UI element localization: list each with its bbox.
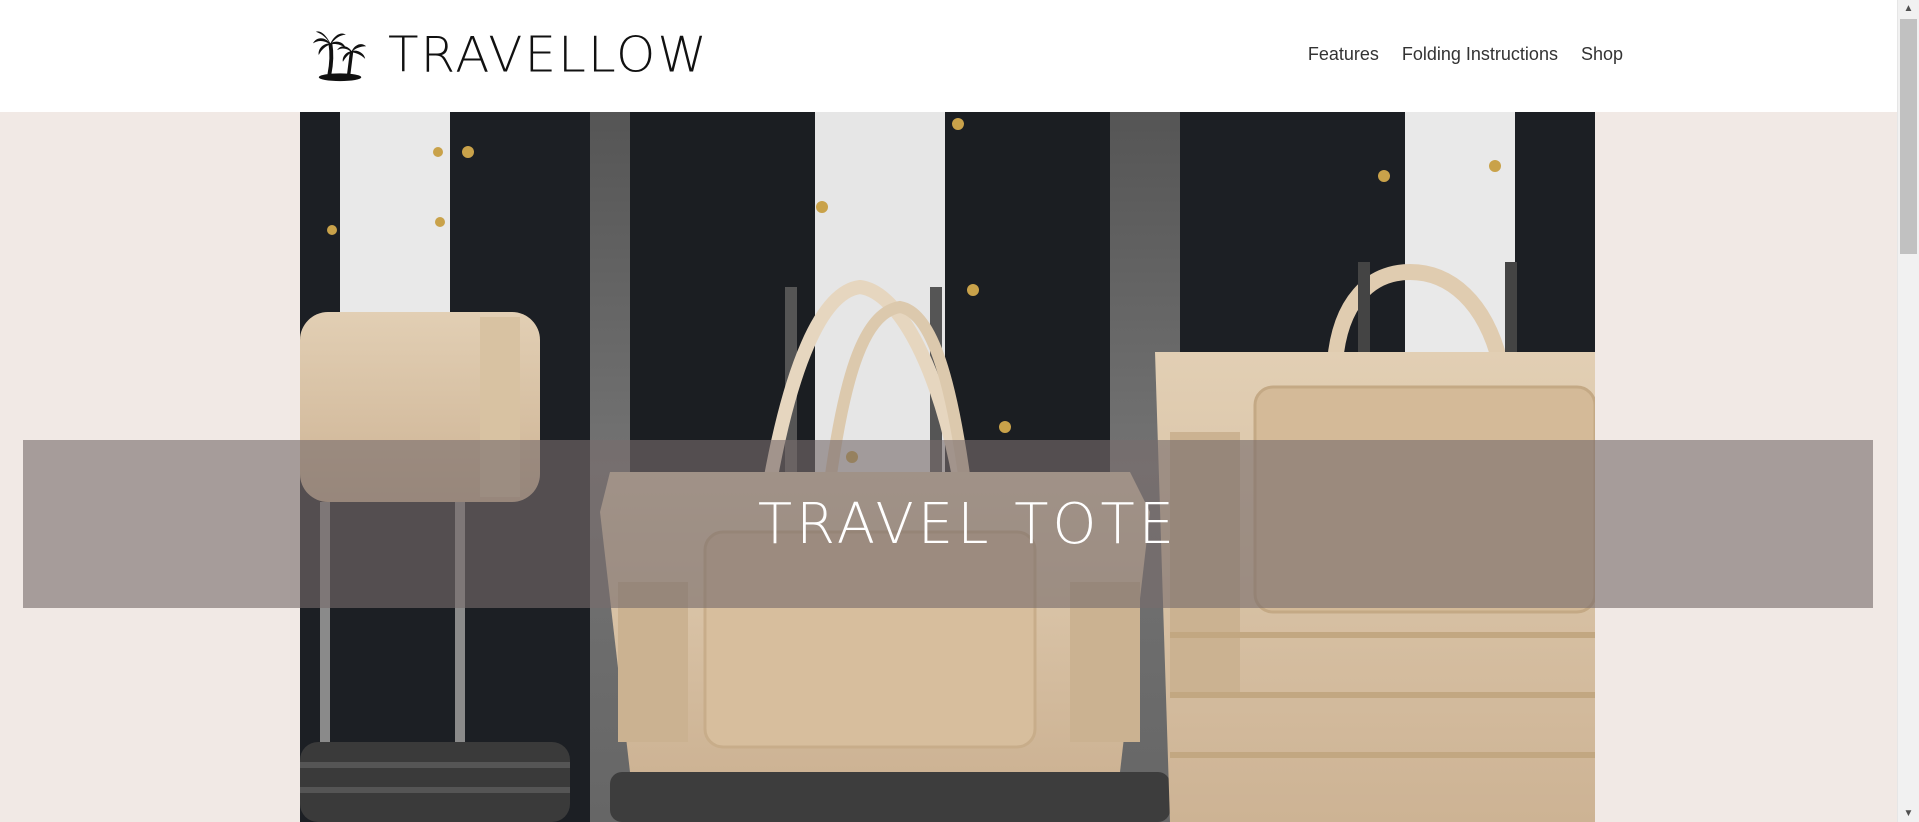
hero-title-banner: TRAVEL TOTE bbox=[23, 440, 1873, 608]
main-nav: Features Folding Instructions Shop bbox=[1308, 44, 1623, 65]
brand-name: TRAVELLOW bbox=[388, 26, 709, 84]
palm-trees-icon bbox=[312, 31, 367, 82]
hero-title: TRAVEL TOTE bbox=[757, 491, 1179, 557]
site-header: TRAVELLOW Features Folding Instructions … bbox=[0, 0, 1898, 112]
nav-features[interactable]: Features bbox=[1308, 44, 1379, 65]
logo-link[interactable]: TRAVELLOW bbox=[312, 26, 709, 84]
nav-folding-instructions[interactable]: Folding Instructions bbox=[1402, 44, 1558, 65]
page: TRAVELLOW Features Folding Instructions … bbox=[0, 0, 1919, 822]
page-scrollbar[interactable]: ▲ ▼ bbox=[1897, 0, 1919, 822]
scroll-thumb[interactable] bbox=[1900, 19, 1917, 254]
nav-shop[interactable]: Shop bbox=[1581, 44, 1623, 65]
scroll-up-arrow-icon[interactable]: ▲ bbox=[1898, 0, 1919, 17]
scroll-down-arrow-icon[interactable]: ▼ bbox=[1898, 805, 1919, 822]
